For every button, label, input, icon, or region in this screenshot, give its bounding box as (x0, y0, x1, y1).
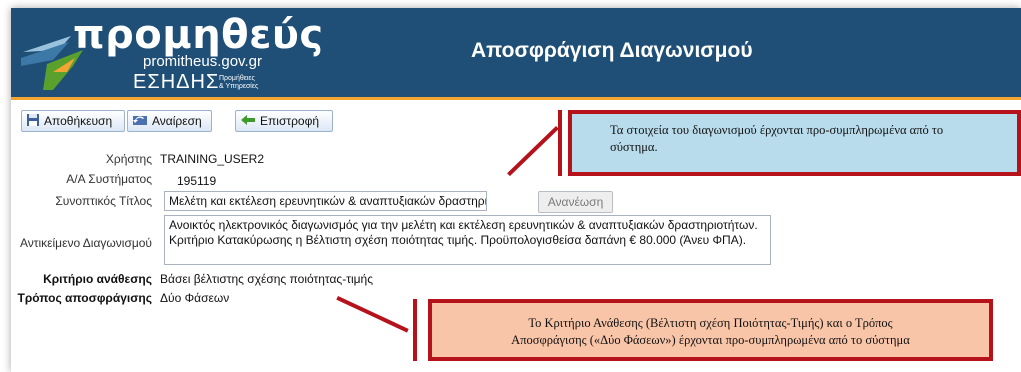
logo-domain: promitheus.gov.gr (143, 53, 262, 70)
header-accent-line (11, 97, 1021, 100)
logo-subtitle-line-2: & Υπηρεσίες (219, 83, 259, 90)
page-title: Αποσφράγιση Διαγωνισμού (471, 39, 753, 62)
logo-subtitle-line-1: Προμήθειες (219, 75, 255, 82)
back-button[interactable]: Επιστροφή (235, 110, 333, 132)
undo-button-label: Αναίρεση (152, 114, 202, 128)
unsealing-method-value: Δύο Φάσεων (160, 291, 230, 305)
system-number-value: 195119 (177, 174, 217, 188)
unsealing-method-label: Τρόπος αποσφράγισης (17, 291, 152, 305)
subject-textarea[interactable]: Ανοικτός ηλεκτρονικός διαγωνισμός για τη… (164, 215, 771, 265)
callout-bottom-line-1: Το Κριτήριο Ανάθεσης (Βέλτιστη σχέση Ποι… (528, 316, 893, 330)
undo-arrow-icon (132, 113, 148, 130)
callout-bottom-bracket (413, 299, 417, 361)
undo-button[interactable]: Αναίρεση (127, 110, 212, 132)
system-number-label: Α/Α Συστήματος (66, 172, 152, 186)
back-arrow-icon (240, 114, 256, 129)
award-criterion-label: Κριτήριο ανάθεσης (43, 272, 152, 286)
callout-bottom: Το Κριτήριο Ανάθεσης (Βέλτιστη σχέση Ποι… (428, 299, 993, 361)
callout-top-bracket (558, 110, 562, 176)
save-button-label: Αποθήκευση (44, 114, 113, 128)
subject-label: Αντικείμενο Διαγωνισμού (19, 236, 152, 250)
logo-esidis: ΕΣΗΔΗΣ (133, 71, 220, 93)
short-title-input[interactable]: Μελέτη και εκτέλεση ερευνητικών & αναπτυ… (164, 191, 487, 211)
app-header: προμηθεύς promitheus.gov.gr ΕΣΗΔΗΣ Προμή… (11, 8, 1021, 97)
award-criterion-value: Βάσει βέλτιστης σχέσης ποιότητας-τιμής (160, 272, 373, 286)
user-value: TRAINING_USER2 (160, 152, 265, 166)
logo-wordmark: προμηθεύς (73, 12, 324, 58)
user-label: Χρήστης (105, 152, 152, 166)
floppy-disk-icon (26, 113, 40, 130)
logo-subtitle: Προμήθειες & Υπηρεσίες (219, 75, 258, 91)
refresh-button[interactable]: Ανανέωση (538, 191, 613, 213)
short-title-label: Συνοπτικός Τίτλος (55, 194, 152, 208)
callout-bottom-line-2: Αποσφράγισης («Δύο Φάσεων») έρχονται προ… (511, 333, 910, 347)
back-button-label: Επιστροφή (260, 114, 320, 128)
callout-top: Τα στοιχεία του διαγωνισμού έρχονται προ… (568, 110, 1021, 176)
save-button[interactable]: Αποθήκευση (21, 110, 125, 132)
